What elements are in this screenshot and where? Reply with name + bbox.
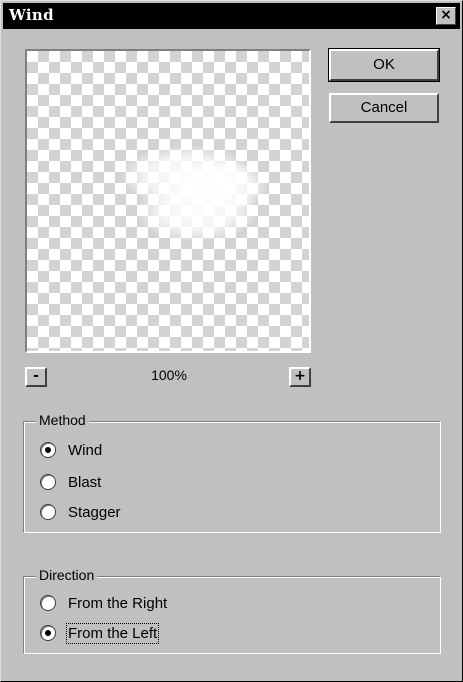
radio-button-wind[interactable] <box>40 442 56 458</box>
radio-label-blast: Blast <box>68 473 102 491</box>
filter-preview[interactable] <box>25 49 311 353</box>
close-button[interactable]: × <box>436 7 456 25</box>
radio-option-wind[interactable]: Wind <box>40 440 102 460</box>
dialog-title: Wind <box>9 6 54 24</box>
close-icon: × <box>440 7 452 23</box>
zoom-level: 100% <box>151 367 187 383</box>
radio-option-blast[interactable]: Blast <box>40 472 101 492</box>
radio-label-from-left: From the Left <box>65 622 160 644</box>
direction-group: Direction From the Right From the Left <box>23 567 441 654</box>
radio-label-from-right: From the Right <box>68 594 168 612</box>
wind-effect-blob <box>177 161 267 211</box>
radio-button-from-left[interactable] <box>40 625 56 641</box>
radio-button-stagger[interactable] <box>40 504 56 520</box>
plus-icon: + <box>294 368 306 384</box>
ok-button[interactable]: OK <box>328 48 440 82</box>
zoom-in-button[interactable]: + <box>289 367 311 387</box>
radio-button-from-right[interactable] <box>40 595 56 611</box>
method-legend: Method <box>36 412 89 428</box>
radio-option-from-right[interactable]: From the Right <box>40 593 167 613</box>
minus-icon: - <box>33 368 39 384</box>
zoom-out-button[interactable]: - <box>25 367 47 387</box>
wind-dialog: Wind × OK Cancel - 100% + Method Wind Bl… <box>0 0 463 682</box>
radio-button-blast[interactable] <box>40 474 56 490</box>
radio-option-from-left[interactable]: From the Left <box>40 622 160 644</box>
method-group: Method Wind Blast Stagger <box>23 412 441 533</box>
cancel-button[interactable]: Cancel <box>329 93 439 123</box>
radio-option-stagger[interactable]: Stagger <box>40 502 121 522</box>
title-bar: Wind × <box>3 3 460 29</box>
radio-label-stagger: Stagger <box>68 503 121 521</box>
radio-label-wind: Wind <box>68 441 103 459</box>
direction-legend: Direction <box>36 567 98 583</box>
